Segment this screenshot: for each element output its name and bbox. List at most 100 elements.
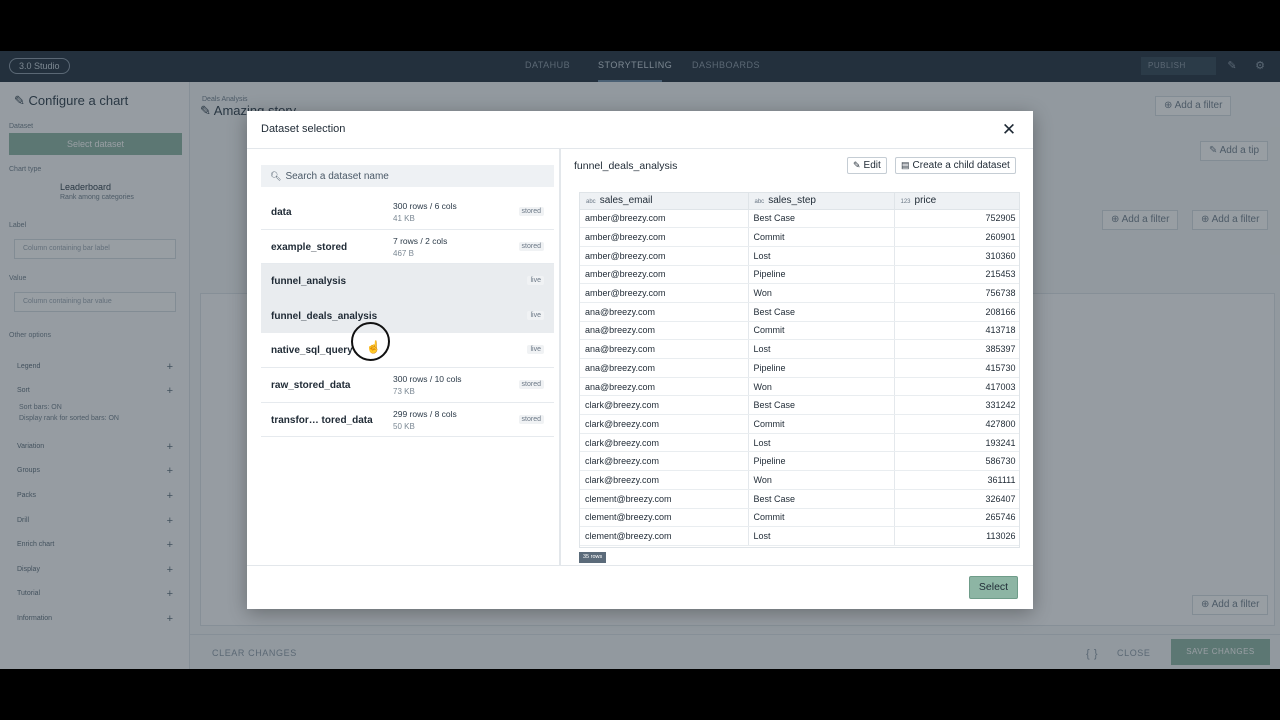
dataset-size: 299 rows / 8 cols xyxy=(393,408,457,419)
column-header-price[interactable]: 123 price xyxy=(894,193,1019,210)
dataset-item-example-stored[interactable]: example_stored 7 rows / 2 cols 467 B sto… xyxy=(261,230,554,265)
cell-price: 260901 xyxy=(894,227,1019,247)
cell-price: 413718 xyxy=(894,321,1019,341)
cell-sales-step: Lost xyxy=(748,246,895,266)
cell-sales-step: Commit xyxy=(748,508,895,528)
table-row: amber@breezy.com Commit 260901 xyxy=(580,227,1019,247)
cell-price: 310360 xyxy=(894,246,1019,266)
dataset-list: data 300 rows / 6 cols 41 KB stored exam… xyxy=(261,195,554,438)
dataset-name: funnel_analysis xyxy=(271,276,347,288)
dataset-type-badge: stored xyxy=(518,241,544,251)
table-row: ana@breezy.com Commit 413718 xyxy=(580,321,1019,341)
dataset-preview-pane: funnel_deals_analysis ✎ Edit ▤ Create a ch… xyxy=(560,149,1033,565)
dataset-type-badge: stored xyxy=(518,379,544,389)
cell-sales-step: Pipeline xyxy=(748,451,895,472)
dataset-name: funnel_deals_analysis xyxy=(271,310,378,322)
table-header-row: abc sales_email abc sales_step 123 price xyxy=(580,193,1019,210)
table-row: clement@breezy.com Lost 113026 xyxy=(580,526,1019,546)
cell-price: 208166 xyxy=(894,302,1019,322)
cell-sales-email: ana@breezy.com xyxy=(580,339,749,359)
dataset-type-badge: live xyxy=(527,345,544,355)
cell-sales-email: clark@breezy.com xyxy=(580,414,749,434)
modal-header: Dataset selection ✕ xyxy=(247,111,1033,149)
table-row: clement@breezy.com Best Case 326407 xyxy=(580,489,1019,509)
table-row: ana@breezy.com Pipeline 415730 xyxy=(580,358,1019,378)
table-row: amber@breezy.com Best Case 752905 xyxy=(580,209,1019,229)
cell-sales-step: Commit xyxy=(748,227,895,247)
cell-sales-email: clark@breezy.com xyxy=(580,451,749,472)
dataset-name: transfor… tored_data xyxy=(271,414,373,426)
table-row: clark@breezy.com Best Case 331242 xyxy=(580,395,1019,416)
cell-price: 361111 xyxy=(894,470,1019,490)
dataset-size: 300 rows / 6 cols xyxy=(393,201,457,211)
text-type-icon: abc xyxy=(754,199,765,206)
text-type-icon: abc xyxy=(586,199,596,206)
dataset-search-input[interactable]: 🔍︎ Search a dataset name xyxy=(261,165,554,187)
cell-sales-step: Best Case xyxy=(748,209,895,229)
dataset-type-badge: stored xyxy=(518,414,544,424)
close-icon[interactable]: ✕ xyxy=(999,120,1019,140)
dataset-type-badge: stored xyxy=(518,207,544,216)
cell-price: 417003 xyxy=(894,377,1019,397)
cell-sales-email: amber@breezy.com xyxy=(580,227,749,247)
dataset-icon: ▤ xyxy=(901,160,910,170)
cell-sales-email: clark@breezy.com xyxy=(580,433,749,453)
column-header-sales-step[interactable]: abc sales_step xyxy=(748,193,895,210)
cell-sales-step: Won xyxy=(748,283,895,303)
create-child-dataset-button[interactable]: ▤ Create a child dataset xyxy=(895,157,1016,174)
table-row: clark@breezy.com Won 361111 xyxy=(580,470,1019,490)
cell-price: 415730 xyxy=(894,358,1019,378)
cell-sales-step: Best Case xyxy=(748,302,895,322)
number-type-icon: 123 xyxy=(900,199,911,206)
cell-sales-step: Best Case xyxy=(748,395,895,416)
search-icon: 🔍︎ xyxy=(270,171,282,181)
cell-sales-email: amber@breezy.com xyxy=(580,265,749,285)
dataset-bytes: 41 KB xyxy=(393,214,415,223)
cell-price: 427800 xyxy=(894,414,1019,434)
cell-sales-email: ana@breezy.com xyxy=(580,377,749,397)
cell-price: 215453 xyxy=(894,265,1019,285)
cell-sales-email: amber@breezy.com xyxy=(580,209,749,229)
cell-price: 265746 xyxy=(894,508,1019,528)
table-row: amber@breezy.com Won 756738 xyxy=(580,283,1019,303)
cell-sales-step: Lost xyxy=(748,526,895,546)
cell-sales-step: Lost xyxy=(748,339,895,359)
preview-table[interactable]: abc sales_email abc sales_step 123 price am… xyxy=(579,192,1020,548)
table-row: ana@breezy.com Lost 385397 xyxy=(580,339,1019,359)
dataset-item-data[interactable]: data 300 rows / 6 cols 41 KB stored xyxy=(261,195,554,230)
cell-sales-email: ana@breezy.com xyxy=(580,358,749,378)
cell-sales-step: Pipeline xyxy=(748,358,895,378)
cell-price: 385397 xyxy=(894,339,1019,359)
dataset-type-badge: live xyxy=(527,276,544,286)
cell-sales-email: amber@breezy.com xyxy=(580,283,749,303)
dataset-item-native-sql-query[interactable]: native_sql_query live xyxy=(261,333,554,368)
column-header-sales-email[interactable]: abc sales_email xyxy=(580,193,749,210)
hand-cursor-icon: ☝ xyxy=(366,340,381,354)
modal-footer: Select xyxy=(247,565,1033,609)
cell-sales-email: clement@breezy.com xyxy=(580,526,749,546)
cell-price: 586730 xyxy=(894,451,1019,472)
app-screen: 3.0 Studio DATAHUB STORYTELLING DASHBOAR… xyxy=(0,51,1280,669)
cell-sales-step: Lost xyxy=(748,433,895,453)
dataset-name: example_stored xyxy=(271,241,348,253)
table-row: clark@breezy.com Lost 193241 xyxy=(580,433,1019,453)
dataset-item-transformed-stored-data[interactable]: transfor… tored_data 299 rows / 8 cols 5… xyxy=(261,403,554,438)
cell-sales-email: ana@breezy.com xyxy=(580,321,749,341)
cell-price: 752905 xyxy=(894,209,1019,229)
dataset-bytes: 73 KB xyxy=(393,386,415,396)
dataset-item-funnel-deals-analysis[interactable]: funnel_deals_analysis live xyxy=(261,298,554,334)
cell-price: 326407 xyxy=(894,489,1019,509)
dataset-item-raw-stored-data[interactable]: raw_stored_data 300 rows / 10 cols 73 KB… xyxy=(261,368,554,403)
cell-sales-email: clement@breezy.com xyxy=(580,508,749,528)
select-button[interactable]: Select xyxy=(969,576,1018,599)
cell-sales-step: Commit xyxy=(748,321,895,341)
dataset-size: 7 rows / 2 cols xyxy=(393,235,448,246)
table-row: amber@breezy.com Pipeline 215453 xyxy=(580,265,1019,285)
dataset-name: data xyxy=(271,207,292,218)
edit-button[interactable]: ✎ Edit xyxy=(847,157,887,174)
dataset-name: raw_stored_data xyxy=(271,379,351,391)
cell-price: 331242 xyxy=(894,395,1019,416)
dataset-item-funnel-analysis[interactable]: funnel_analysis live xyxy=(261,264,554,299)
cell-price: 113026 xyxy=(894,526,1019,546)
cell-sales-email: ana@breezy.com xyxy=(580,302,749,322)
